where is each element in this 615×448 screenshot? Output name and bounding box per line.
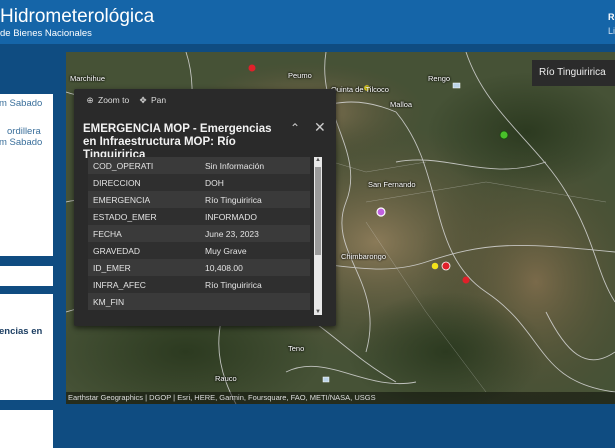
map-place-label: Peumo <box>288 71 312 80</box>
popup-toolbar: ⊕ Zoom to ✥ Pan <box>74 89 336 113</box>
table-row: EMERGENCIA Río Tinguiririca <box>88 191 310 208</box>
map-place-label: Chimbarongo <box>341 252 387 261</box>
map-place-label: Malloa <box>390 100 413 109</box>
emergency-marker[interactable] <box>376 207 386 217</box>
table-row: COD_OPERATI Sin Información <box>88 157 310 174</box>
app-subtitle: de Bienes Nacionales <box>0 28 92 39</box>
emergency-marker[interactable] <box>441 261 451 271</box>
emergency-marker[interactable] <box>431 262 439 270</box>
popup-attribute-table: COD_OPERATI Sin Información DIRECCION DO… <box>88 157 316 315</box>
collapse-chevron-icon[interactable]: ⌃ <box>290 121 300 135</box>
sidebar-card[interactable] <box>0 266 53 286</box>
table-row: GRAVEDAD Muy Grave <box>88 242 310 259</box>
sidebar-card-text: m Sabado <box>0 137 43 148</box>
attribute-key: GRAVEDAD <box>93 246 141 256</box>
emergency-marker[interactable] <box>499 130 509 140</box>
emergency-marker[interactable] <box>462 276 470 284</box>
infrastructure-marker[interactable] <box>322 376 330 383</box>
sidebar-card-text: ordillera <box>7 126 41 137</box>
header-right-bottom-link[interactable]: Li <box>608 26 615 36</box>
zoom-in-icon: ⊕ <box>86 95 94 105</box>
attribute-value: INFORMADO <box>205 212 257 222</box>
attribute-value: Sin Información <box>205 161 265 171</box>
table-row: ID_EMER 10,408.00 <box>88 259 310 276</box>
attribute-key: COD_OPERATI <box>93 161 154 171</box>
map-view[interactable]: Marchihue Peumo Quinta de Tilcoco Rengo … <box>66 52 615 404</box>
scrollbar-thumb[interactable] <box>315 167 321 255</box>
header-right-top-text: Re <box>608 12 615 22</box>
feature-popup: ⊕ Zoom to ✥ Pan EMERGENCIA MOP - Emergenci… <box>74 89 336 326</box>
attribute-value: June 23, 2023 <box>205 229 259 239</box>
scroll-up-icon[interactable]: ▲ <box>315 157 321 163</box>
attribute-key: INFRA_AFEC <box>93 280 146 290</box>
app-header: Hidrometerológica de Bienes Nacionales R… <box>0 0 615 44</box>
attribute-key: DIRECCION <box>93 178 141 188</box>
scroll-down-icon[interactable]: ▼ <box>315 309 321 315</box>
attribute-key: EMERGENCIA <box>93 195 151 205</box>
pan-icon: ✥ <box>139 95 147 105</box>
sidebar-card-text: encias en <box>0 326 43 337</box>
attribute-key: ESTADO_EMER <box>93 212 157 222</box>
attribute-value: Río Tinguiririca <box>205 280 262 290</box>
table-row: ESTADO_EMER INFORMADO <box>88 208 310 225</box>
sidebar-card-text: m Sabado <box>0 98 43 109</box>
emergency-marker[interactable] <box>248 64 256 72</box>
sidebar: m Sabado ordillera m Sabado encias en <box>0 44 60 448</box>
map-place-label: Teno <box>288 344 305 353</box>
zoom-to-label: Zoom to <box>98 95 130 105</box>
sidebar-card[interactable] <box>0 406 53 448</box>
attribute-value: Muy Grave <box>205 246 247 256</box>
popup-scrollbar[interactable]: ▲ ▼ <box>314 157 322 315</box>
map-attribution: Earthstar Geographics | DGOP | Esri, HER… <box>66 392 615 404</box>
table-row: KM_FIN <box>88 293 310 310</box>
table-row: FECHA June 23, 2023 <box>88 225 310 242</box>
pan-label: Pan <box>151 95 167 105</box>
map-place-label: Rengo <box>428 74 451 83</box>
attribute-value: DOH <box>205 178 224 188</box>
app-title: Hidrometerológica <box>0 6 155 27</box>
map-place-label: Marchihue <box>70 74 106 83</box>
attribute-key: FECHA <box>93 229 122 239</box>
attribute-value: Río Tinguiririca <box>205 195 262 205</box>
map-place-label: San Fernando <box>368 180 416 189</box>
table-row: DIRECCION DOH <box>88 174 310 191</box>
frame-bottom-border <box>0 404 615 410</box>
attribute-key: ID_EMER <box>93 263 131 273</box>
sidebar-card[interactable]: m Sabado ordillera m Sabado <box>0 94 53 256</box>
infrastructure-marker[interactable] <box>452 82 461 89</box>
table-row: INFRA_AFEC Río Tinguiririca <box>88 276 310 293</box>
attribute-value: 10,408.00 <box>205 263 243 273</box>
layer-title-label: Río Tinguiririca <box>532 60 615 86</box>
zoom-to-button[interactable]: ⊕ Zoom to <box>85 95 129 106</box>
pan-button[interactable]: ✥ Pan <box>138 95 166 106</box>
attribute-key: KM_FIN <box>93 297 125 307</box>
map-place-label: Quinta de Tilcoco <box>331 85 389 94</box>
close-icon[interactable]: ✕ <box>314 119 326 136</box>
sidebar-card[interactable]: encias en <box>0 294 53 400</box>
map-place-label: Rauco <box>215 374 237 383</box>
